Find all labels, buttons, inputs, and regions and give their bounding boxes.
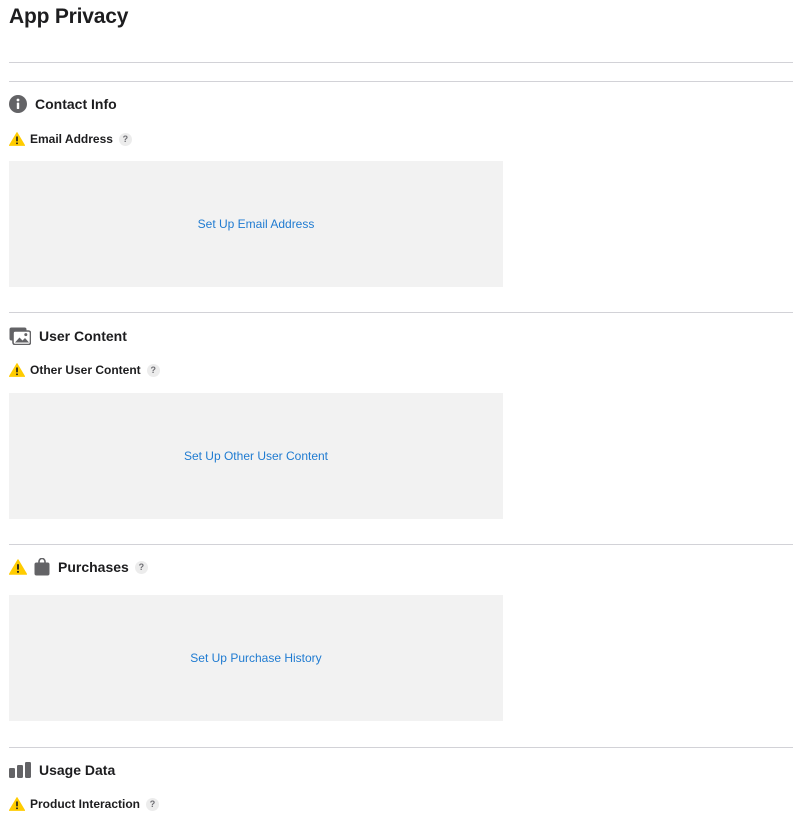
- section-title: Purchases: [58, 559, 129, 575]
- help-button[interactable]: ?: [134, 560, 148, 574]
- app-privacy-page: App Privacy Contact Info Email Address ?…: [0, 0, 793, 822]
- email-address-setup-panel: Set Up Email Address: [9, 161, 503, 287]
- help-button[interactable]: ?: [146, 363, 160, 377]
- divider: [9, 312, 793, 313]
- item-header-product-interaction: Product Interaction ?: [9, 796, 160, 812]
- item-label: Email Address: [30, 132, 113, 146]
- divider: [9, 81, 793, 82]
- section-header-user-content: User Content: [9, 326, 127, 346]
- item-header-email-address: Email Address ?: [9, 131, 132, 147]
- photos-icon: [9, 327, 31, 345]
- divider: [9, 747, 793, 748]
- warning-icon: [9, 797, 25, 811]
- other-user-content-setup-panel: Set Up Other User Content: [9, 393, 503, 519]
- help-button[interactable]: ?: [146, 797, 160, 811]
- item-header-other-user-content: Other User Content ?: [9, 362, 160, 378]
- section-header-usage-data: Usage Data: [9, 760, 115, 780]
- section-title: User Content: [39, 328, 127, 344]
- section-header-contact-info: Contact Info: [9, 94, 117, 114]
- warning-icon: [9, 132, 25, 146]
- section-title: Contact Info: [35, 96, 117, 112]
- item-label: Product Interaction: [30, 797, 141, 811]
- set-up-purchase-history-link[interactable]: Set Up Purchase History: [190, 651, 321, 665]
- divider: [9, 544, 793, 545]
- page-title: App Privacy: [9, 5, 129, 28]
- set-up-other-user-content-link[interactable]: Set Up Other User Content: [184, 449, 328, 463]
- help-button[interactable]: ?: [118, 132, 132, 146]
- section-header-purchases: Purchases ?: [9, 557, 148, 577]
- warning-icon: [9, 559, 27, 575]
- warning-icon: [9, 363, 25, 377]
- shopping-bag-icon: [34, 558, 50, 576]
- item-label: Other User Content: [30, 363, 141, 377]
- purchase-history-setup-panel: Set Up Purchase History: [9, 595, 503, 721]
- divider: [9, 62, 793, 63]
- bar-chart-icon: [9, 762, 31, 778]
- section-title: Usage Data: [39, 762, 116, 778]
- set-up-email-address-link[interactable]: Set Up Email Address: [198, 217, 315, 231]
- info-circle-icon: [9, 95, 27, 113]
